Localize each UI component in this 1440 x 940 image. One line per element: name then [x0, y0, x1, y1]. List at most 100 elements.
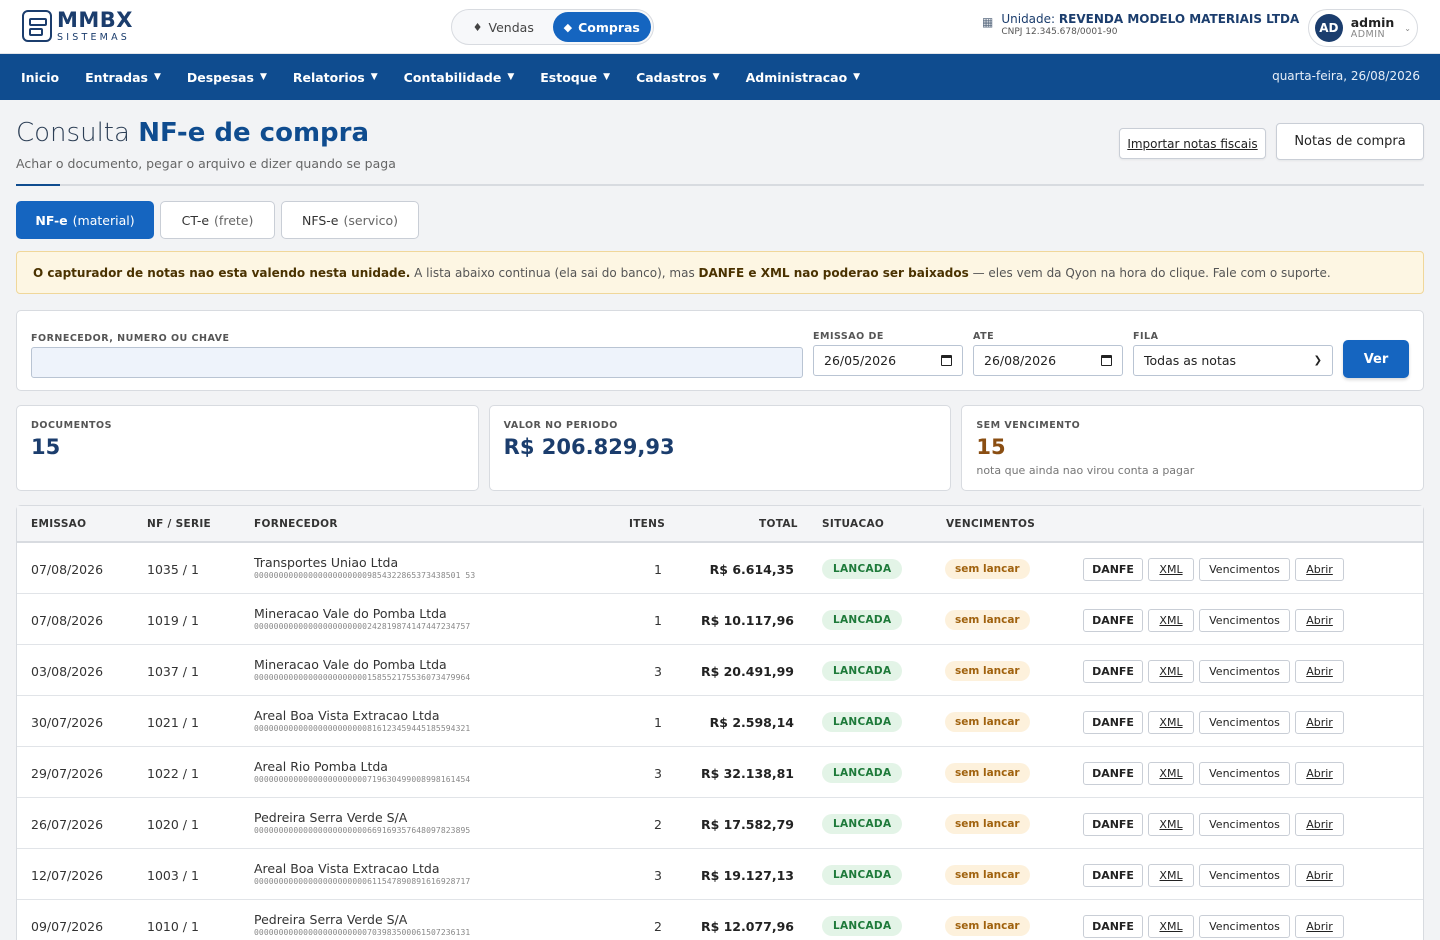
caret-down-icon: ▼: [853, 72, 861, 82]
table-row: 26/07/2026 1020 / 1 Pedreira Serra Verde S…: [17, 798, 1423, 849]
danfe-button[interactable]: DANFE: [1083, 762, 1143, 785]
vencimentos-button[interactable]: Vencimentos: [1199, 813, 1290, 836]
mode-compras-button[interactable]: ◆ Compras: [552, 12, 651, 42]
abrir-button[interactable]: Abrir: [1295, 762, 1344, 785]
caret-down-icon: ▼: [603, 72, 611, 82]
xml-button[interactable]: XML: [1148, 762, 1194, 785]
search-input[interactable]: [31, 347, 803, 378]
row-date: 07/08/2026: [31, 613, 104, 628]
tab-nfse[interactable]: NFS-e (servico): [281, 201, 419, 239]
xml-button[interactable]: XML: [1148, 558, 1194, 581]
vencimentos-button[interactable]: Vencimentos: [1199, 609, 1290, 632]
nav-item-entradas[interactable]: Entradas ▼: [85, 70, 161, 85]
row-actions: DANFE XML Vencimentos Abrir: [1083, 864, 1344, 887]
xml-button[interactable]: XML: [1148, 915, 1194, 938]
abrir-button[interactable]: Abrir: [1295, 864, 1344, 887]
vencimentos-button[interactable]: Vencimentos: [1199, 711, 1290, 734]
purchase-notes-button[interactable]: Notas de compra: [1276, 123, 1424, 160]
submit-filter-button[interactable]: Ver: [1343, 340, 1409, 378]
col-total[interactable]: TOTAL: [759, 518, 798, 530]
calendar-icon[interactable]: [1101, 355, 1112, 366]
vencimentos-button[interactable]: Vencimentos: [1199, 915, 1290, 938]
supplier-name: Areal Boa Vista Extracao Ltda: [254, 708, 440, 723]
table-header: EMISSAO NF / SERIE FORNECEDOR ITENS TOTA…: [17, 506, 1423, 543]
xml-button[interactable]: XML: [1148, 609, 1194, 632]
xml-button[interactable]: XML: [1148, 864, 1194, 887]
col-emissao[interactable]: EMISSAO: [31, 518, 86, 530]
abrir-button[interactable]: Abrir: [1295, 711, 1344, 734]
abrir-button[interactable]: Abrir: [1295, 813, 1344, 836]
xml-button[interactable]: XML: [1148, 660, 1194, 683]
main-nav: Inicio Entradas ▼ Despesas ▼ Relatorios ▼ C…: [0, 54, 1440, 100]
table-row: 07/08/2026 1019 / 1 Mineracao Vale do Pomb…: [17, 594, 1423, 645]
danfe-button[interactable]: DANFE: [1083, 915, 1143, 938]
danfe-button[interactable]: DANFE: [1083, 660, 1143, 683]
row-actions: DANFE XML Vencimentos Abrir: [1083, 915, 1344, 938]
date-from-label: EMISSAO DE: [813, 331, 884, 342]
access-key: 0000000000000000000000015855217553607347…: [254, 673, 471, 682]
row-actions: DANFE XML Vencimentos Abrir: [1083, 813, 1344, 836]
danfe-button[interactable]: DANFE: [1083, 813, 1143, 836]
date-to-input[interactable]: 26/08/2026: [973, 345, 1123, 376]
row-nf: 1035 / 1: [147, 562, 199, 577]
brand-tagline: SISTEMAS: [57, 32, 130, 43]
nav-item-cadastros[interactable]: Cadastros ▼: [636, 70, 720, 85]
vencimentos-button[interactable]: Vencimentos: [1199, 762, 1290, 785]
danfe-button[interactable]: DANFE: [1083, 609, 1143, 632]
col-nf[interactable]: NF / SERIE: [147, 518, 211, 530]
calendar-icon[interactable]: [941, 355, 952, 366]
danfe-button[interactable]: DANFE: [1083, 711, 1143, 734]
supplier-name: Pedreira Serra Verde S/A: [254, 810, 408, 825]
abrir-button[interactable]: Abrir: [1295, 660, 1344, 683]
nav-item-relatorios[interactable]: Relatorios ▼: [293, 70, 378, 85]
tab-nfe[interactable]: NF-e (material): [16, 201, 154, 239]
building-icon: ▦: [982, 15, 994, 29]
mode-vendas-label: Vendas: [488, 19, 534, 35]
vencimentos-button[interactable]: Vencimentos: [1199, 864, 1290, 887]
abrir-button[interactable]: Abrir: [1295, 558, 1344, 581]
import-invoices-button[interactable]: Importar notas fiscais: [1119, 128, 1266, 159]
caret-down-icon: ▼: [259, 72, 267, 82]
danfe-button[interactable]: DANFE: [1083, 558, 1143, 581]
top-bar: MMBX SISTEMAS ♦ Vendas ◆ Compras ▦ Unida…: [0, 0, 1440, 54]
table-row: 12/07/2026 1003 / 1 Areal Boa Vista Extrac…: [17, 849, 1423, 900]
row-date: 03/08/2026: [31, 664, 104, 679]
vencimentos-button[interactable]: Vencimentos: [1199, 558, 1290, 581]
mode-compras-label: Compras: [578, 19, 640, 35]
nav-item-administracao[interactable]: Administracao ▼: [746, 70, 860, 85]
tab-sublabel: (frete): [214, 212, 254, 228]
queue-value: Todas as notas: [1144, 353, 1237, 368]
nav-item-inicio[interactable]: Inicio: [21, 70, 59, 85]
tab-cte[interactable]: CT-e (frete): [160, 201, 275, 239]
xml-button[interactable]: XML: [1148, 813, 1194, 836]
col-situacao[interactable]: SITUACAO: [822, 518, 884, 530]
queue-select[interactable]: Todas as notas ❯: [1133, 345, 1333, 376]
row-total: R$ 12.077,96: [700, 919, 794, 934]
xml-button[interactable]: XML: [1148, 711, 1194, 734]
user-menu[interactable]: AD admin ADMIN ⌄: [1308, 9, 1418, 47]
abrir-button[interactable]: Abrir: [1295, 915, 1344, 938]
unit-cnpj: CNPJ 12.345.678/0001-90: [1001, 26, 1118, 37]
document-type-tabs: NF-e (material) CT-e (frete) NFS-e (serv…: [16, 201, 1424, 239]
nav-item-contabilidade[interactable]: Contabilidade ▼: [404, 70, 515, 85]
mode-vendas-button[interactable]: ♦ Vendas: [454, 12, 553, 42]
date-to-label: ATE: [973, 331, 995, 342]
alert-bold-1: O capturador de notas nao esta valendo n…: [33, 265, 411, 280]
user-name: admin: [1350, 15, 1395, 31]
col-itens[interactable]: ITENS: [629, 518, 665, 530]
abrir-button[interactable]: Abrir: [1295, 609, 1344, 632]
row-supplier: Areal Rio Pomba Ltda 00000000000000000000…: [254, 759, 470, 784]
vencimentos-button[interactable]: Vencimentos: [1199, 660, 1290, 683]
due-badge: sem lancar: [945, 661, 1030, 681]
danfe-button[interactable]: DANFE: [1083, 864, 1143, 887]
nav-label: Inicio: [21, 69, 60, 85]
date-from-input[interactable]: 26/05/2026: [813, 345, 963, 376]
col-vencimentos[interactable]: VENCIMENTOS: [946, 518, 1035, 530]
unit-info: ▦ Unidade: REVENDA MODELO MATERIAIS LTDA…: [982, 12, 1299, 37]
col-fornecedor[interactable]: FORNECEDOR: [254, 518, 338, 530]
card-documents: DOCUMENTOS 15: [16, 405, 479, 491]
nav-item-despesas[interactable]: Despesas ▼: [187, 70, 267, 85]
row-nf: 1021 / 1: [147, 715, 199, 730]
nav-item-estoque[interactable]: Estoque ▼: [540, 70, 610, 85]
brand-logo[interactable]: MMBX SISTEMAS: [22, 10, 133, 43]
